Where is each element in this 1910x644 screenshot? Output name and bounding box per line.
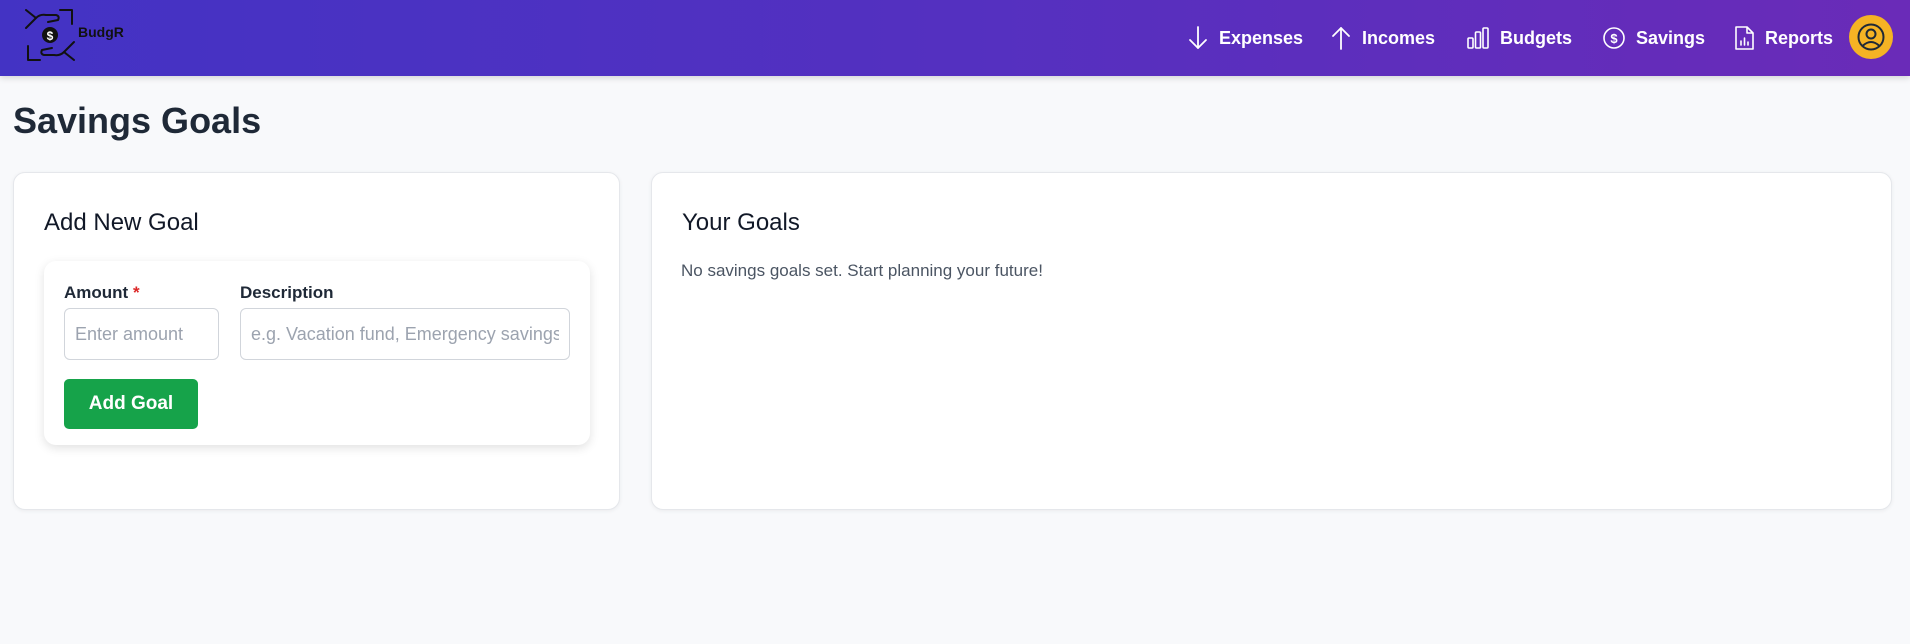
add-goal-card: Add New Goal Amount * Description Add Go… <box>13 172 620 510</box>
description-label: Description <box>240 283 334 302</box>
amount-input[interactable] <box>64 308 219 360</box>
your-goals-card: Your Goals No savings goals set. Start p… <box>651 172 1892 510</box>
svg-text:$: $ <box>47 29 54 43</box>
your-goals-title: Your Goals <box>682 209 800 236</box>
nav-incomes-label: Incomes <box>1362 27 1436 48</box>
nav-budgets[interactable]: Budgets <box>1466 22 1572 54</box>
required-marker: * <box>132 283 140 302</box>
hands-holding-dollar-icon: $ <box>25 9 75 61</box>
user-circle-icon <box>1857 23 1885 51</box>
logo-text: BudgR <box>78 24 124 40</box>
amount-label: Amount * <box>64 283 140 303</box>
nav-reports-label: Reports <box>1765 27 1834 48</box>
nav-budgets-label: Budgets <box>1500 27 1572 48</box>
nav-incomes[interactable]: Incomes <box>1330 22 1435 54</box>
bar-chart-icon <box>1467 27 1489 49</box>
nav-reports[interactable]: Reports <box>1733 22 1833 54</box>
add-goal-form: Amount * Description Add Goal <box>44 261 590 445</box>
empty-goals-message: No savings goals set. Start planning you… <box>681 261 1043 280</box>
description-input[interactable] <box>240 308 570 360</box>
svg-text:$: $ <box>1610 31 1618 46</box>
nav-savings-label: Savings <box>1636 27 1706 48</box>
page-title: Savings Goals <box>13 100 262 141</box>
arrow-up-icon <box>1332 27 1350 50</box>
dollar-circle-icon: $ <box>1603 27 1625 49</box>
top-navbar: $ BudgR Expenses Incomes Budgets $ Savin… <box>0 0 1910 76</box>
amount-label-text: Amount <box>64 283 129 302</box>
nav-expenses[interactable]: Expenses <box>1187 22 1303 54</box>
add-goal-button[interactable]: Add Goal <box>64 379 198 429</box>
nav-savings[interactable]: $ Savings <box>1602 22 1705 54</box>
app-logo[interactable]: $ BudgR <box>22 6 132 64</box>
nav-expenses-label: Expenses <box>1219 27 1304 48</box>
arrow-down-icon <box>1189 26 1207 49</box>
report-document-icon <box>1735 26 1754 50</box>
add-goal-title: Add New Goal <box>44 209 199 236</box>
user-avatar-button[interactable] <box>1849 15 1893 59</box>
